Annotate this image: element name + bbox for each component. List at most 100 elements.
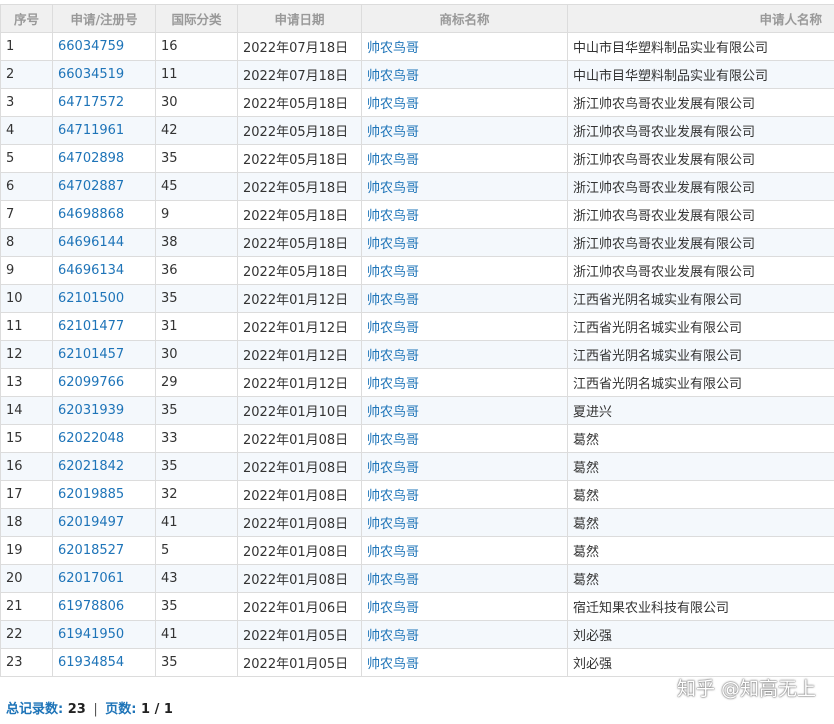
cell-date: 2022年05月18日 (237, 116, 362, 145)
col-header-registration-number: 申请/注册号 (52, 4, 156, 33)
cell-applicant: 浙江帅农鸟哥农业发展有限公司 (567, 144, 834, 173)
cell-trademark-name[interactable]: 帅农鸟哥 (361, 592, 568, 621)
cell-date: 2022年01月05日 (237, 648, 362, 677)
cell-trademark-name[interactable]: 帅农鸟哥 (361, 200, 568, 229)
cell-class: 29 (155, 368, 238, 397)
total-records-label: 总记录数: (6, 702, 64, 717)
cell-trademark-name[interactable]: 帅农鸟哥 (361, 144, 568, 173)
cell-class: 38 (155, 228, 238, 257)
cell-index: 11 (0, 312, 53, 341)
cell-date: 2022年05月18日 (237, 200, 362, 229)
table-row: 3 64717572 30 2022年05月18日 帅农鸟哥 浙江帅农鸟哥农业发展有限公司 (0, 88, 834, 117)
cell-date: 2022年05月18日 (237, 228, 362, 257)
cell-registration-number[interactable]: 62101500 (52, 284, 156, 313)
cell-registration-number[interactable]: 64717572 (52, 88, 156, 117)
cell-index: 21 (0, 592, 53, 621)
table-row: 13 62099766 29 2022年01月12日 帅农鸟哥 江西省光阴名城实业有限公司 (0, 368, 834, 397)
cell-trademark-name[interactable]: 帅农鸟哥 (361, 648, 568, 677)
cell-index: 14 (0, 396, 53, 425)
cell-applicant: 刘必强 (567, 620, 834, 649)
cell-trademark-name[interactable]: 帅农鸟哥 (361, 396, 568, 425)
cell-trademark-name[interactable]: 帅农鸟哥 (361, 368, 568, 397)
cell-trademark-name[interactable]: 帅农鸟哥 (361, 340, 568, 369)
cell-class: 35 (155, 648, 238, 677)
cell-applicant: 浙江帅农鸟哥农业发展有限公司 (567, 172, 834, 201)
cell-trademark-name[interactable]: 帅农鸟哥 (361, 88, 568, 117)
cell-registration-number[interactable]: 64698868 (52, 200, 156, 229)
cell-applicant: 葛然 (567, 508, 834, 537)
cell-registration-number[interactable]: 61978806 (52, 592, 156, 621)
cell-applicant: 浙江帅农鸟哥农业发展有限公司 (567, 200, 834, 229)
cell-trademark-name[interactable]: 帅农鸟哥 (361, 284, 568, 313)
cell-trademark-name[interactable]: 帅农鸟哥 (361, 172, 568, 201)
cell-applicant: 葛然 (567, 536, 834, 565)
cell-applicant: 葛然 (567, 480, 834, 509)
cell-registration-number[interactable]: 62099766 (52, 368, 156, 397)
cell-applicant: 江西省光阴名城实业有限公司 (567, 368, 834, 397)
cell-trademark-name[interactable]: 帅农鸟哥 (361, 60, 568, 89)
cell-class: 36 (155, 256, 238, 285)
cell-date: 2022年07月18日 (237, 32, 362, 61)
cell-index: 10 (0, 284, 53, 313)
cell-index: 1 (0, 32, 53, 61)
cell-registration-number[interactable]: 62019885 (52, 480, 156, 509)
cell-class: 42 (155, 116, 238, 145)
footer-separator: | (93, 702, 98, 717)
cell-class: 30 (155, 88, 238, 117)
cell-class: 41 (155, 508, 238, 537)
cell-trademark-name[interactable]: 帅农鸟哥 (361, 116, 568, 145)
cell-registration-number[interactable]: 64696144 (52, 228, 156, 257)
cell-registration-number[interactable]: 62022048 (52, 424, 156, 453)
cell-trademark-name[interactable]: 帅农鸟哥 (361, 564, 568, 593)
cell-class: 45 (155, 172, 238, 201)
cell-trademark-name[interactable]: 帅农鸟哥 (361, 480, 568, 509)
cell-index: 15 (0, 424, 53, 453)
cell-class: 16 (155, 32, 238, 61)
cell-registration-number[interactable]: 61934854 (52, 648, 156, 677)
cell-trademark-name[interactable]: 帅农鸟哥 (361, 256, 568, 285)
cell-index: 4 (0, 116, 53, 145)
cell-trademark-name[interactable]: 帅农鸟哥 (361, 508, 568, 537)
cell-date: 2022年05月18日 (237, 172, 362, 201)
header-row: 序号 申请/注册号 国际分类 申请日期 商标名称 申请人名称 (0, 4, 834, 33)
cell-registration-number[interactable]: 64711961 (52, 116, 156, 145)
cell-trademark-name[interactable]: 帅农鸟哥 (361, 452, 568, 481)
cell-registration-number[interactable]: 64702898 (52, 144, 156, 173)
cell-trademark-name[interactable]: 帅农鸟哥 (361, 32, 568, 61)
cell-registration-number[interactable]: 62101457 (52, 340, 156, 369)
cell-registration-number[interactable]: 62019497 (52, 508, 156, 537)
cell-applicant: 宿迁知果农业科技有限公司 (567, 592, 834, 621)
cell-date: 2022年05月18日 (237, 256, 362, 285)
cell-applicant: 浙江帅农鸟哥农业发展有限公司 (567, 88, 834, 117)
cell-trademark-name[interactable]: 帅农鸟哥 (361, 312, 568, 341)
cell-index: 18 (0, 508, 53, 537)
table-row: 22 61941950 41 2022年01月05日 帅农鸟哥 刘必强 (0, 620, 834, 649)
cell-registration-number[interactable]: 62101477 (52, 312, 156, 341)
cell-registration-number[interactable]: 62018527 (52, 536, 156, 565)
col-header-trademark-name: 商标名称 (361, 4, 568, 33)
cell-trademark-name[interactable]: 帅农鸟哥 (361, 424, 568, 453)
cell-registration-number[interactable]: 62017061 (52, 564, 156, 593)
cell-registration-number[interactable]: 64696134 (52, 256, 156, 285)
cell-trademark-name[interactable]: 帅农鸟哥 (361, 228, 568, 257)
table-row: 14 62031939 35 2022年01月10日 帅农鸟哥 夏进兴 (0, 396, 834, 425)
cell-registration-number[interactable]: 62031939 (52, 396, 156, 425)
table-row: 6 64702887 45 2022年05月18日 帅农鸟哥 浙江帅农鸟哥农业发展有限公司 (0, 172, 834, 201)
cell-index: 2 (0, 60, 53, 89)
cell-registration-number[interactable]: 61941950 (52, 620, 156, 649)
cell-trademark-name[interactable]: 帅农鸟哥 (361, 620, 568, 649)
cell-class: 5 (155, 536, 238, 565)
cell-class: 35 (155, 396, 238, 425)
cell-registration-number[interactable]: 66034759 (52, 32, 156, 61)
cell-applicant: 葛然 (567, 424, 834, 453)
col-header-class: 国际分类 (155, 4, 238, 33)
total-records-value: 23 (67, 702, 86, 717)
cell-index: 5 (0, 144, 53, 173)
col-header-applicant: 申请人名称 (567, 4, 834, 33)
cell-registration-number[interactable]: 66034519 (52, 60, 156, 89)
cell-registration-number[interactable]: 64702887 (52, 172, 156, 201)
cell-applicant: 浙江帅农鸟哥农业发展有限公司 (567, 116, 834, 145)
cell-trademark-name[interactable]: 帅农鸟哥 (361, 536, 568, 565)
cell-registration-number[interactable]: 62021842 (52, 452, 156, 481)
table-row: 21 61978806 35 2022年01月06日 帅农鸟哥 宿迁知果农业科技有限公司 (0, 592, 834, 621)
